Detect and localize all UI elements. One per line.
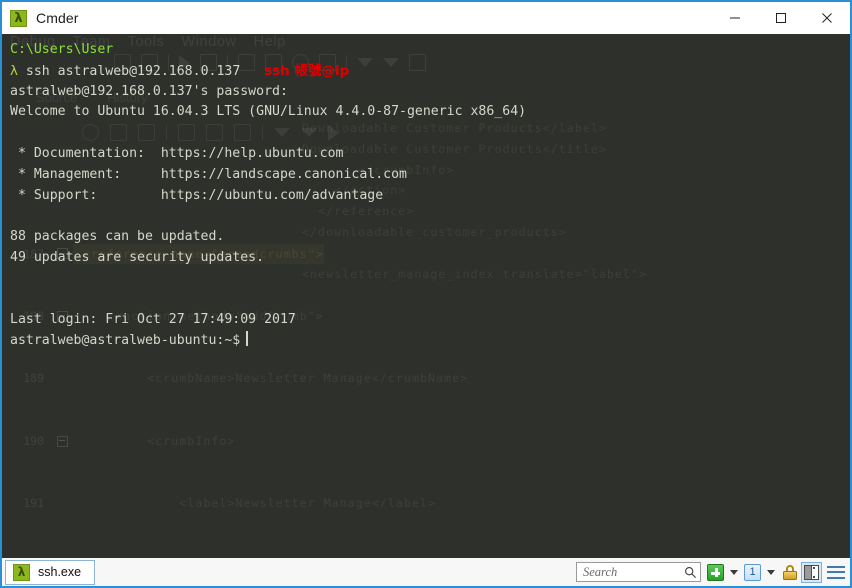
terminal-line: Welcome to Ubuntu 16.04.3 LTS (GNU/Linux… bbox=[10, 104, 527, 120]
terminal-line: 49 updates are security updates. bbox=[10, 249, 265, 265]
terminal-line-command: λ ssh astralweb@192.168.0.137 ssh 帳號@ip bbox=[10, 61, 850, 82]
lambda-icon: λ bbox=[13, 563, 30, 581]
chevron-down-icon bbox=[730, 569, 738, 575]
cmder-window: λ Cmder Debug Team Tools Window Help Sou… bbox=[0, 0, 852, 588]
status-bar-tools: Search 1 bbox=[576, 561, 848, 583]
split-pane-inner bbox=[804, 564, 819, 580]
console-tab-label: ssh.exe bbox=[38, 565, 82, 579]
terminal-line-prompt: astralweb@astralweb-ubuntu:~$ bbox=[10, 331, 850, 352]
padlock-body bbox=[782, 570, 797, 580]
title-bar-left: λ Cmder bbox=[2, 9, 79, 27]
shell-prompt-text: astralweb@astralweb-ubuntu:~$ bbox=[10, 333, 241, 349]
search-placeholder: Search bbox=[583, 564, 618, 579]
maximize-icon bbox=[776, 13, 786, 23]
split-pane-dot bbox=[813, 566, 816, 569]
minimize-icon bbox=[730, 17, 740, 19]
chevron-down-icon bbox=[767, 569, 775, 575]
terminal-line: * Documentation: https://help.ubuntu.com bbox=[10, 145, 344, 161]
terminal-line: 88 packages can be updated. bbox=[10, 229, 225, 245]
close-icon bbox=[822, 13, 832, 23]
split-pane-button[interactable] bbox=[801, 561, 822, 583]
console-count-dropdown[interactable] bbox=[764, 569, 778, 575]
annotation-ssh-usage: ssh 帳號@ip bbox=[264, 62, 350, 79]
hamburger-line bbox=[827, 576, 845, 579]
terminal-line: astralweb@192.168.0.137's password: bbox=[10, 83, 288, 99]
status-bar: λ ssh.exe Search 1 bbox=[2, 558, 850, 586]
window-title: Cmder bbox=[36, 10, 79, 26]
green-plus-icon bbox=[707, 563, 724, 581]
window-controls bbox=[712, 2, 850, 34]
main-menu-button[interactable] bbox=[825, 565, 845, 580]
split-pane-right bbox=[811, 565, 818, 579]
terminal-line: * Management: https://landscape.canonica… bbox=[10, 166, 407, 182]
console-tab-ssh[interactable]: λ ssh.exe bbox=[5, 559, 96, 585]
prompt-lambda: λ bbox=[10, 63, 18, 79]
terminal-line-path: C:\Users\User bbox=[10, 42, 114, 57]
terminal-line: * Support: https://ubuntu.com/advantage bbox=[10, 187, 384, 203]
terminal-command-text: ssh astralweb@192.168.0.137 bbox=[17, 63, 241, 79]
text-cursor bbox=[246, 331, 248, 347]
maximize-button[interactable] bbox=[758, 2, 804, 34]
new-console-dropdown[interactable] bbox=[727, 569, 741, 575]
hamburger-line bbox=[827, 565, 845, 568]
search-input[interactable]: Search bbox=[576, 562, 701, 582]
hamburger-line bbox=[827, 571, 845, 573]
console-count-button[interactable]: 1 bbox=[744, 563, 761, 581]
terminal-output[interactable]: C:\Users\User λ ssh astralweb@192.168.0.… bbox=[2, 34, 850, 558]
hamburger-menu-icon bbox=[827, 565, 845, 580]
console-count-icon: 1 bbox=[744, 563, 761, 581]
magnifier-icon bbox=[685, 566, 696, 578]
close-button[interactable] bbox=[804, 2, 850, 34]
lambda-icon: λ bbox=[10, 9, 27, 27]
minimize-button[interactable] bbox=[712, 2, 758, 34]
new-console-button[interactable] bbox=[707, 563, 724, 581]
split-pane-dot bbox=[813, 575, 816, 578]
lock-button[interactable] bbox=[781, 564, 798, 581]
split-pane-icon bbox=[801, 561, 822, 583]
terminal-line-last-login: Last login: Fri Oct 27 17:49:09 2017 bbox=[10, 312, 296, 328]
title-bar: λ Cmder bbox=[2, 2, 850, 34]
padlock-icon bbox=[781, 564, 798, 581]
